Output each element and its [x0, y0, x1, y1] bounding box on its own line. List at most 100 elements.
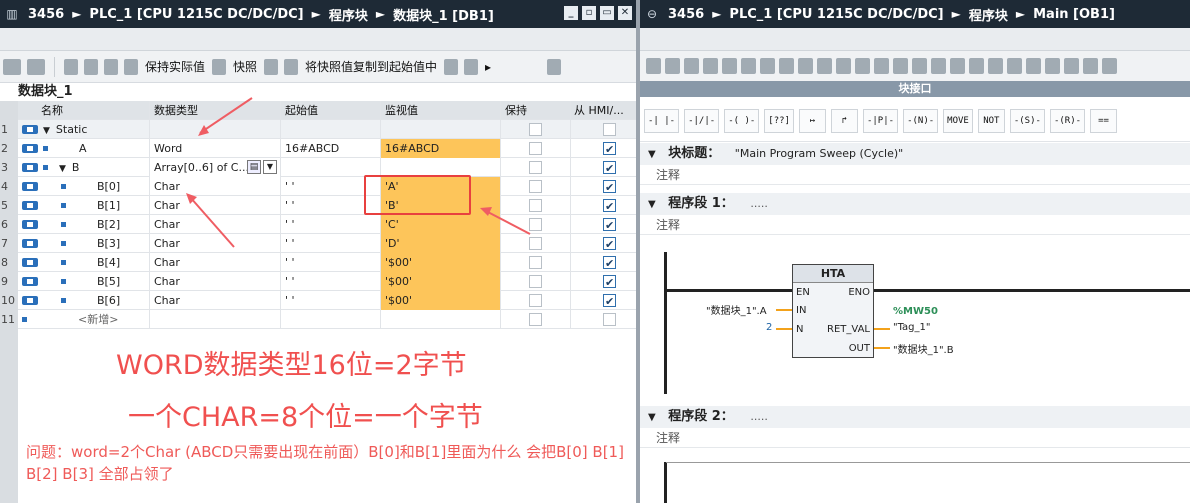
- toolbar-icon[interactable]: [950, 58, 965, 74]
- ret-wire: [874, 328, 890, 330]
- pin-in: IN: [796, 305, 807, 316]
- arrow-to-char: [189, 196, 235, 248]
- block-title-section: ▼ 块标题： "Main Program Sweep (Cycle)" 注释: [640, 143, 1190, 185]
- toolbar-icon[interactable]: [855, 58, 870, 74]
- compare-button[interactable]: ==: [1090, 108, 1118, 133]
- toolbar-icon[interactable]: [836, 58, 851, 74]
- breadcrumb-separator: ►: [951, 7, 961, 21]
- toolbar-icon[interactable]: [1064, 58, 1079, 74]
- n-operand[interactable]: 2: [766, 322, 772, 333]
- in-wire: [776, 309, 792, 311]
- hta-box-title: HTA: [793, 265, 873, 283]
- toolbar-icon[interactable]: [1102, 58, 1117, 74]
- title-ob: Main [OB1]: [1033, 6, 1115, 22]
- annotation-char: 一个CHAR=8个位=一个字节: [128, 402, 483, 433]
- arrow-to-static: [199, 97, 253, 134]
- nc-contact-button[interactable]: -|/|-: [684, 108, 720, 133]
- annotation-word: WORD数据类型16位=2字节: [116, 350, 467, 381]
- network-1-title[interactable]: .....: [750, 197, 767, 210]
- toolbar-icon[interactable]: [1026, 58, 1041, 74]
- toolbar-icon[interactable]: [646, 58, 661, 74]
- open-branch-button[interactable]: ↦: [798, 108, 826, 133]
- toolbar-icon[interactable]: [798, 58, 813, 74]
- network-2: ▼ 程序段 2： ..... 注释: [640, 406, 1190, 448]
- reset-coil-button[interactable]: -(R)-: [1049, 108, 1086, 133]
- p-contact-button[interactable]: -|P|-: [862, 108, 899, 133]
- n-coil-button[interactable]: -(N)-: [903, 108, 939, 133]
- toolbar-icon[interactable]: [931, 58, 946, 74]
- breadcrumb-separator: ►: [1015, 7, 1026, 21]
- pin-eno: ENO: [848, 287, 870, 298]
- toolbar-icon[interactable]: [988, 58, 1003, 74]
- tab-strip: [640, 28, 1190, 51]
- toolbar-icon[interactable]: [1007, 58, 1022, 74]
- out-operand[interactable]: "数据块_1".B: [893, 341, 954, 356]
- toolbar-icon[interactable]: [741, 58, 756, 74]
- block-interface-bar[interactable]: 块接口: [640, 81, 1190, 97]
- toolbar-icon[interactable]: [684, 58, 699, 74]
- network-2-header[interactable]: ▼ 程序段 2： .....: [640, 406, 1190, 428]
- toolbar-icon[interactable]: [1083, 58, 1098, 74]
- toolbar-icon[interactable]: [912, 58, 927, 74]
- ob-toolbar: [640, 51, 1190, 81]
- network-2-comment[interactable]: 注释: [640, 428, 1190, 448]
- editor-icon: ⊖: [646, 7, 658, 21]
- arrow-head: [198, 125, 209, 136]
- close-branch-button[interactable]: ↱: [830, 108, 858, 133]
- arrow-to-box: [483, 209, 531, 235]
- ret-address: %MW50: [893, 306, 938, 317]
- toolbar-icon[interactable]: [893, 58, 908, 74]
- ret-operand[interactable]: "Tag_1": [893, 322, 931, 333]
- toolbar-icon[interactable]: [779, 58, 794, 74]
- collapse-triangle-icon[interactable]: ▼: [648, 412, 656, 423]
- rung-wire: [874, 289, 1190, 292]
- network-1-header[interactable]: ▼ 程序段 1： .....: [640, 193, 1190, 215]
- power-rail: [664, 462, 667, 503]
- right-title-bar: ⊖ 3456 ► PLC_1 [CPU 1215C DC/DC/DC] ► 程序…: [640, 0, 1190, 28]
- no-contact-button[interactable]: -| |-: [644, 108, 680, 133]
- collapse-triangle-icon[interactable]: ▼: [648, 199, 656, 210]
- set-coil-button[interactable]: -(S)-: [1009, 108, 1045, 133]
- network-1: ▼ 程序段 1： ..... 注释: [640, 193, 1190, 235]
- toolbar-icon[interactable]: [703, 58, 718, 74]
- ladder-instruction-bar: -| |- -|/|- -( )- [??] ↦ ↱ -|P|- -(N)- M…: [640, 100, 1190, 142]
- toolbar-icon[interactable]: [874, 58, 889, 74]
- network-2-title[interactable]: .....: [750, 410, 767, 423]
- title-plc: PLC_1 [CPU 1215C DC/DC/DC]: [729, 6, 944, 22]
- empty-box-button[interactable]: [??]: [764, 108, 794, 133]
- coil-button[interactable]: -( )-: [724, 108, 760, 133]
- network-1-label: 程序段 1：: [668, 196, 734, 211]
- breadcrumb-separator: ►: [712, 7, 722, 21]
- in-operand[interactable]: "数据块_1".A: [706, 302, 767, 317]
- pin-en: EN: [796, 287, 810, 298]
- arrow-head: [480, 207, 492, 216]
- block-title-label: 块标题：: [668, 146, 721, 161]
- pin-n: N: [796, 324, 804, 335]
- power-rail: [664, 252, 667, 394]
- question-text: 问题：word=2个Char (ABCD只需要出现在前面）B[0]和B[1]里面…: [26, 443, 624, 483]
- toolbar-icon[interactable]: [665, 58, 680, 74]
- not-button[interactable]: NOT: [977, 108, 1005, 133]
- rung-wire: [666, 289, 792, 292]
- n-wire: [776, 328, 792, 330]
- collapse-triangle-icon[interactable]: ▼: [648, 149, 656, 160]
- toolbar-icon[interactable]: [969, 58, 984, 74]
- move-button[interactable]: MOVE: [943, 108, 973, 133]
- toolbar-icon[interactable]: [722, 58, 737, 74]
- pin-ret-val: RET_VAL: [827, 324, 870, 335]
- toolbar-icon[interactable]: [760, 58, 775, 74]
- title-program-blocks: 程序块: [968, 8, 1008, 24]
- rung-line: [666, 462, 1190, 463]
- ob-editor-pane: ⊖ 3456 ► PLC_1 [CPU 1215C DC/DC/DC] ► 程序…: [640, 0, 1190, 503]
- network-2-label: 程序段 2：: [668, 409, 734, 424]
- db-editor-pane: ▥ 3456 ► PLC_1 [CPU 1215C DC/DC/DC] ► 程序…: [0, 0, 638, 503]
- toolbar-icon[interactable]: [817, 58, 832, 74]
- network-1-comment[interactable]: 注释: [640, 215, 1190, 235]
- toolbar-icon[interactable]: [1045, 58, 1060, 74]
- block-title-value[interactable]: "Main Program Sweep (Cycle)": [735, 147, 903, 160]
- title-project: 3456: [668, 6, 705, 22]
- hta-function-box[interactable]: HTA EN ENO IN N RET_VAL OUT: [792, 264, 874, 358]
- pin-out: OUT: [848, 343, 870, 354]
- block-title-header[interactable]: ▼ 块标题： "Main Program Sweep (Cycle)": [640, 143, 1190, 165]
- block-comment[interactable]: 注释: [640, 165, 1190, 185]
